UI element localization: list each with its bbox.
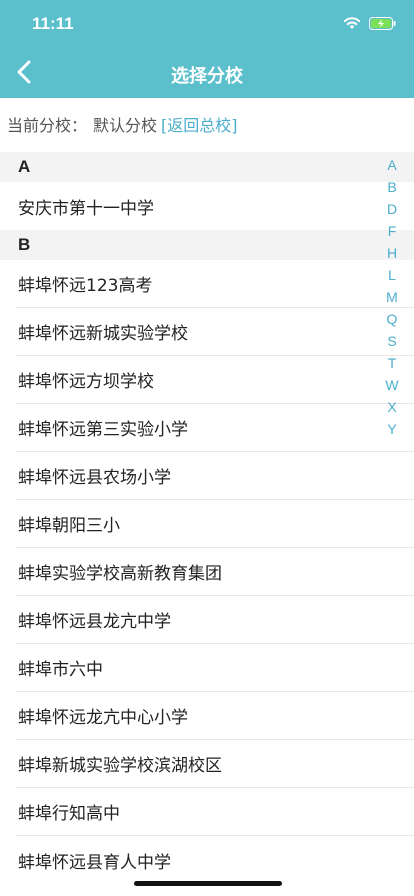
index-letter-s[interactable]: S	[387, 330, 396, 352]
battery-icon	[369, 15, 396, 34]
index-letter-y[interactable]: Y	[387, 418, 396, 440]
list-item[interactable]: 安庆市第十一中学	[16, 182, 414, 230]
section-header-b: B	[0, 230, 414, 260]
status-bar: 11:11	[0, 0, 414, 50]
alphabet-index: A B D F H L M Q S T W X Y	[382, 154, 402, 440]
current-branch-label: 当前分校：	[7, 116, 88, 135]
page-title: 选择分校	[171, 66, 243, 87]
status-icons	[343, 15, 396, 34]
list-item[interactable]: 蚌埠怀远第三实验小学	[16, 404, 414, 452]
status-time: 11:11	[32, 14, 74, 33]
list-item[interactable]: 蚌埠怀远县龙亢中学	[16, 596, 414, 644]
index-letter-l[interactable]: L	[388, 264, 396, 286]
index-letter-t[interactable]: T	[388, 352, 397, 374]
list-item[interactable]: 蚌埠新城实验学校滨湖校区	[16, 740, 414, 788]
index-letter-d[interactable]: D	[387, 198, 397, 220]
index-letter-w[interactable]: W	[385, 374, 398, 396]
wifi-icon	[343, 15, 361, 34]
return-main-campus-link[interactable]: [返回总校]	[161, 112, 238, 136]
index-letter-m[interactable]: M	[386, 286, 398, 308]
list-item[interactable]: 蚌埠实验学校高新教育集团	[16, 548, 414, 596]
list-item[interactable]: 蚌埠怀远新城实验学校	[16, 308, 414, 356]
current-branch-row: 当前分校： 默认分校 [返回总校]	[0, 98, 414, 150]
list-item[interactable]: 蚌埠怀远县农场小学	[16, 452, 414, 500]
index-letter-f[interactable]: F	[388, 220, 397, 242]
list-item[interactable]: 蚌埠怀远方坝学校	[16, 356, 414, 404]
nav-bar: 选择分校	[0, 50, 414, 98]
list-item[interactable]: 蚌埠朝阳三小	[16, 500, 414, 548]
list-item[interactable]: 蚌埠怀远县育人中学	[16, 836, 414, 884]
branch-list: A 安庆市第十一中学 B 蚌埠怀远123高考 蚌埠怀远新城实验学校 蚌埠怀远方坝…	[0, 152, 414, 884]
index-letter-a[interactable]: A	[387, 154, 396, 176]
list-item[interactable]: 蚌埠怀远123高考	[16, 260, 414, 308]
list-item[interactable]: 蚌埠怀远龙亢中心小学	[16, 692, 414, 740]
list-item[interactable]: 蚌埠行知高中	[16, 788, 414, 836]
app-header: 11:11 选择分校	[0, 0, 414, 98]
current-branch-name: 默认分校	[93, 116, 158, 135]
index-letter-x[interactable]: X	[387, 396, 396, 418]
home-indicator	[134, 881, 282, 886]
index-letter-h[interactable]: H	[387, 242, 397, 264]
index-letter-q[interactable]: Q	[387, 308, 398, 330]
index-letter-b[interactable]: B	[387, 176, 396, 198]
list-item[interactable]: 蚌埠市六中	[16, 644, 414, 692]
section-header-a: A	[0, 152, 414, 182]
